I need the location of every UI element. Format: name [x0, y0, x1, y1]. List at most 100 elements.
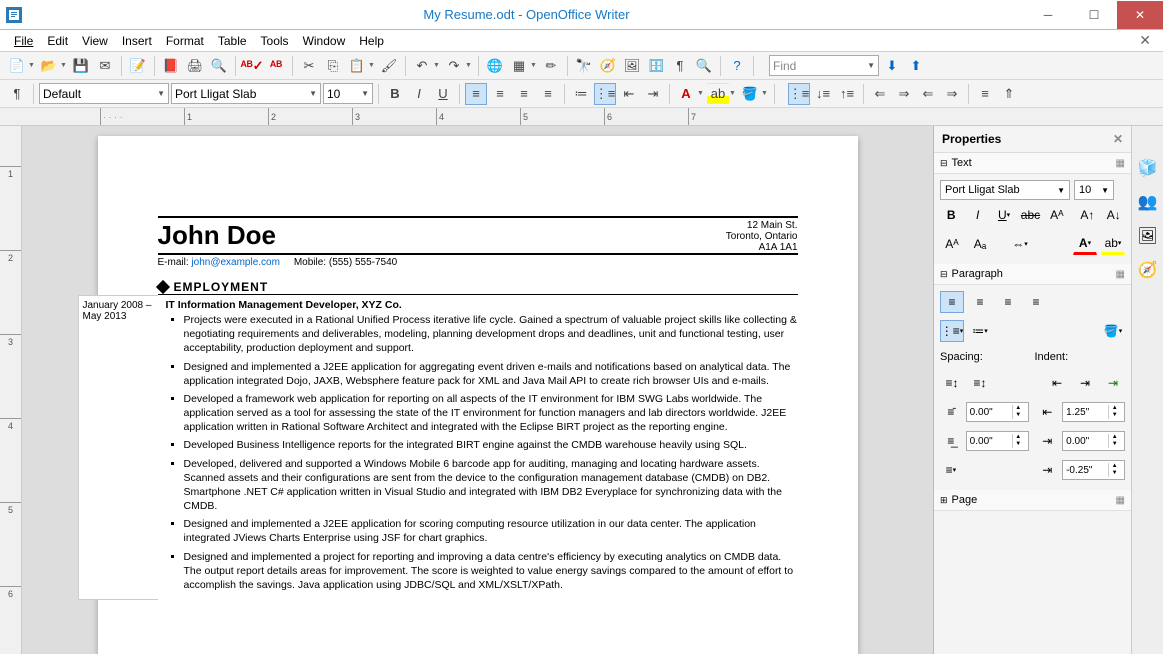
save-button[interactable]: 💾 [70, 55, 92, 77]
print-preview-button[interactable]: 🔍 [208, 55, 230, 77]
list-item[interactable]: Designed and implemented a J2EE applicat… [184, 360, 798, 388]
export-pdf-button[interactable]: 📕 [160, 55, 182, 77]
new-button[interactable]: 📄 [6, 55, 28, 77]
find-input[interactable]: Find▼ [769, 55, 879, 76]
document-canvas[interactable]: John Doe 12 Main St. Toronto, Ontario A1… [22, 126, 933, 654]
insert-unnumbered-button[interactable]: ≡ [974, 83, 996, 105]
list-item[interactable]: Designed and implemented a project for r… [184, 550, 798, 593]
gear-icon[interactable]: ▦ [1116, 158, 1125, 169]
font-name-combo[interactable]: Port Lligat Slab▼ [171, 83, 321, 104]
job-bullets[interactable]: Projects were executed in a Rational Uni… [166, 313, 798, 592]
list-move-down-button[interactable]: ↓≡ [812, 83, 834, 105]
sidebar-super-button[interactable]: Aᴬ [940, 233, 964, 255]
increase-indent-button[interactable]: ⇥ [642, 83, 664, 105]
undo-dropdown[interactable]: ▼ [433, 62, 441, 69]
sidebar-inc-indent[interactable]: ⇤ [1045, 372, 1069, 394]
document-page[interactable]: John Doe 12 Main St. Toronto, Ontario A1… [98, 136, 858, 654]
numbering-button[interactable]: ≔ [570, 83, 592, 105]
sidebar-size-combo[interactable]: 10▼ [1074, 180, 1114, 200]
sidebar-increase-font-button[interactable]: A↑ [1076, 204, 1098, 226]
sidebar-bold-button[interactable]: B [940, 204, 962, 226]
paste-button[interactable]: 📋 [346, 55, 368, 77]
bg-color-dropdown[interactable]: ▼ [761, 90, 769, 97]
font-color-dropdown[interactable]: ▼ [697, 90, 705, 97]
job-title[interactable]: IT Information Management Developer, XYZ… [166, 299, 798, 311]
move-up-button[interactable]: ⇑ [998, 83, 1020, 105]
text-section-header[interactable]: ⊟Text ▦ [934, 153, 1131, 174]
menu-file[interactable]: File [8, 32, 39, 50]
font-size-combo[interactable]: 10▼ [323, 83, 373, 104]
gear-icon[interactable]: ▦ [1116, 269, 1125, 280]
sidebar-inc-spacing[interactable]: ≡↕ [940, 372, 964, 394]
open-button[interactable]: 📂 [38, 55, 60, 77]
show-draw-button[interactable]: ✏ [540, 55, 562, 77]
menu-window[interactable]: Window [297, 32, 352, 50]
list-item[interactable]: Developed, delivered and supported a Win… [184, 457, 798, 514]
gallery-button[interactable]: 🖼 [621, 55, 643, 77]
print-button[interactable]: 🖨 [184, 55, 206, 77]
table-button[interactable]: ▦ [508, 55, 530, 77]
copy-button[interactable]: ⎘ [322, 55, 344, 77]
bullets-button[interactable]: ⋮≡ [594, 83, 616, 105]
resume-name[interactable]: John Doe [158, 218, 726, 253]
datasources-button[interactable]: 🗄 [645, 55, 667, 77]
menu-table[interactable]: Table [212, 32, 253, 50]
gear-icon[interactable]: ▦ [1116, 495, 1125, 506]
close-button[interactable]: ✕ [1117, 1, 1163, 29]
styles-tab-icon[interactable]: 👥 [1136, 190, 1160, 214]
spellcheck-button[interactable]: ᴬᴮ✓ [241, 55, 263, 77]
underline-button[interactable]: U [432, 83, 454, 105]
job-dates[interactable]: January 2008 – May 2013 [78, 295, 158, 600]
first-line-indent-input[interactable]: ▲▼ [1062, 460, 1125, 480]
menu-insert[interactable]: Insert [116, 32, 158, 50]
sidebar-align-center[interactable]: ≡ [968, 291, 992, 313]
paragraph-section-header[interactable]: ⊟Paragraph ▦ [934, 264, 1131, 285]
sidebar-align-left[interactable]: ≡ [940, 291, 964, 313]
new-dropdown[interactable]: ▼ [28, 62, 36, 69]
align-center-button[interactable]: ≡ [489, 83, 511, 105]
styles-button[interactable]: ¶ [6, 83, 28, 105]
email-button[interactable]: ✉ [94, 55, 116, 77]
list-move-up-button[interactable]: ↑≡ [836, 83, 858, 105]
minimize-button[interactable]: ─ [1025, 1, 1071, 29]
help-button[interactable]: ? [726, 55, 748, 77]
italic-button[interactable]: I [408, 83, 430, 105]
gallery-tab-icon[interactable]: 🖼 [1136, 224, 1160, 248]
sidebar-sub-button[interactable]: Aₐ [968, 233, 992, 255]
menu-view[interactable]: View [76, 32, 114, 50]
align-right-button[interactable]: ≡ [513, 83, 535, 105]
undo-button[interactable]: ↶ [411, 55, 433, 77]
sidebar-number-button[interactable]: ≔▾ [968, 320, 992, 342]
maximize-button[interactable]: ☐ [1071, 1, 1117, 29]
paste-dropdown[interactable]: ▼ [368, 62, 376, 69]
edit-file-button[interactable]: 📝 [127, 55, 149, 77]
vertical-ruler[interactable]: 1 2 3 4 5 6 [0, 126, 22, 654]
find-prev-button[interactable]: ⬆ [905, 55, 927, 77]
sidebar-highlight-button[interactable]: ab▾ [1101, 233, 1125, 255]
spacing-below-input[interactable]: ▲▼ [966, 431, 1029, 451]
navigator-tab-icon[interactable]: 🧭 [1136, 258, 1160, 282]
align-left-button[interactable]: ≡ [465, 83, 487, 105]
sidebar-font-combo[interactable]: Port Lligat Slab▼ [940, 180, 1070, 200]
sidebar-decrease-font-button[interactable]: A↓ [1103, 204, 1125, 226]
autospell-button[interactable]: ᴬᴮ [265, 55, 287, 77]
menu-edit[interactable]: Edit [41, 32, 74, 50]
font-color-button[interactable]: A [675, 83, 697, 105]
panel-close-button[interactable]: ✕ [1113, 132, 1123, 146]
highlight-dropdown[interactable]: ▼ [729, 90, 737, 97]
section-employment-title[interactable]: EMPLOYMENT [158, 280, 798, 294]
sidebar-dec-indent[interactable]: ⇥ [1073, 372, 1097, 394]
document-close-button[interactable]: ✕ [1135, 32, 1155, 49]
cut-button[interactable]: ✂ [298, 55, 320, 77]
sidebar-align-justify[interactable]: ≡ [1024, 291, 1048, 313]
hyperlink-button[interactable]: 🌐 [484, 55, 506, 77]
list-item[interactable]: Designed and implemented a J2EE applicat… [184, 517, 798, 545]
promote-sub-button[interactable]: ⇐ [917, 83, 939, 105]
list-item[interactable]: Developed a framework web application fo… [184, 392, 798, 435]
align-justify-button[interactable]: ≡ [537, 83, 559, 105]
demote-sub-button[interactable]: ⇒ [941, 83, 963, 105]
properties-tab-icon[interactable]: 🧊 [1136, 156, 1160, 180]
redo-button[interactable]: ↷ [443, 55, 465, 77]
spacing-above-input[interactable]: ▲▼ [966, 402, 1029, 422]
list-item[interactable]: Developed Business Intelligence reports … [184, 438, 798, 452]
